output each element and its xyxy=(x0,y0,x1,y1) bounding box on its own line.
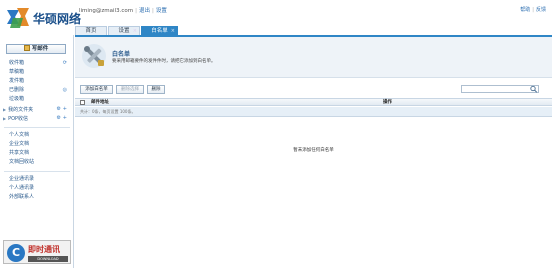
sidebar-item-label: 收件箱 xyxy=(9,60,25,66)
sidebar-item-personal-docs[interactable]: 个人文档 xyxy=(0,131,73,140)
settings-icon[interactable]: ⚙ xyxy=(57,105,61,114)
page-title: 白名单 xyxy=(112,51,131,58)
empty-message: 暂未添加任何白名单 xyxy=(293,148,334,153)
sidebar-item-label: 个人通讯录 xyxy=(9,185,35,191)
sidebar-item-label: 垃圾箱 xyxy=(9,96,25,102)
tab-whitelist[interactable]: 白名单 × xyxy=(141,26,178,35)
settings-icon[interactable]: ⚙ xyxy=(57,114,61,123)
table-header: 邮件地址 操作 xyxy=(75,98,552,106)
sidebar-item-label: 企业通讯录 xyxy=(9,176,35,182)
settings-link[interactable]: 设置 xyxy=(156,8,167,14)
refresh-icon[interactable]: ⟳ xyxy=(63,59,67,68)
user-bar: liming@zmail3.com | 退出 | 设置 xyxy=(79,8,167,14)
sidebar-item-label: 文档回收站 xyxy=(9,159,35,165)
tools-icon xyxy=(82,44,106,68)
sidebar-item-label: 我的文件夹 xyxy=(8,107,34,113)
add-whitelist-button[interactable]: 添加白名单 xyxy=(80,85,113,94)
summary-row: 共计：0条，每页设置 100条。 xyxy=(75,107,552,117)
sidebar-item-pop[interactable]: ▶ POP收信 ⚙ + xyxy=(0,114,73,123)
page-header: 白名单 要采用邮箱要件的发件件时，请把它添加到白名单。 xyxy=(75,37,552,78)
sidebar-item-company-docs[interactable]: 企业文档 xyxy=(0,140,73,149)
sidebar-item-my-folders[interactable]: ▶ 我的文件夹 ⚙ + xyxy=(0,105,73,114)
sidebar-item-company-contacts[interactable]: 企业通讯录 xyxy=(0,175,73,184)
add-icon[interactable]: + xyxy=(63,105,67,114)
sidebar-item-label: POP收信 xyxy=(8,116,29,122)
sidebar: 写邮件 收件箱 ⟳ 草稿箱 发件箱 已删除 ◎ 垃圾箱 ▶ 我的文件夹 ⚙ + ▶ POP收… xyxy=(0,35,74,268)
column-header-address: 邮件地址 xyxy=(91,100,109,105)
divider xyxy=(4,127,70,128)
compose-button[interactable]: 写邮件 xyxy=(6,44,66,54)
page-description: 要采用邮箱要件的发件件时，请把它添加到白名单。 xyxy=(112,59,216,64)
im-download-banner[interactable]: C 即时通讯 DOWNLOAD xyxy=(3,240,71,264)
sidebar-item-drafts[interactable]: 草稿箱 xyxy=(0,68,73,77)
sidebar-item-shared-docs[interactable]: 共享文档 xyxy=(0,149,73,158)
sidebar-item-label: 企业文档 xyxy=(9,141,30,147)
feedback-link[interactable]: 反馈 xyxy=(536,7,546,13)
tab-home[interactable]: 首页 xyxy=(75,26,107,35)
main-panel: 白名单 要采用邮箱要件的发件件时，请把它添加到白名单。 添加白名单 删除选择 删… xyxy=(75,37,552,268)
sidebar-item-deleted[interactable]: 已删除 ◎ xyxy=(0,86,73,95)
divider xyxy=(4,171,70,172)
help-link[interactable]: 帮助 xyxy=(520,7,530,13)
tab-label: 设置 xyxy=(118,28,130,34)
tab-label: 首页 xyxy=(85,28,97,34)
top-links: 帮助 | 反馈 xyxy=(520,7,546,13)
expand-icon[interactable]: ▶ xyxy=(3,114,6,123)
tab-label: 白名单 xyxy=(151,28,168,34)
delete-selected-button[interactable]: 删除选择 xyxy=(116,85,144,94)
search-icon[interactable] xyxy=(529,85,538,93)
sidebar-item-personal-contacts[interactable]: 个人通讯录 xyxy=(0,184,73,193)
compose-icon xyxy=(23,45,30,51)
logout-link[interactable]: 退出 xyxy=(139,8,150,14)
delete-button[interactable]: 删除 xyxy=(147,85,165,94)
im-title: 即时通讯 xyxy=(28,245,60,254)
sidebar-item-label: 草稿箱 xyxy=(9,69,25,75)
sidebar-item-doc-recycle[interactable]: 文档回收站 xyxy=(0,158,73,167)
empty-icon[interactable]: ◎ xyxy=(63,86,67,95)
column-header-operation: 操作 xyxy=(383,100,392,105)
sidebar-item-external-contacts[interactable]: 外部联系人 xyxy=(0,193,73,202)
sidebar-item-label: 已删除 xyxy=(9,87,25,93)
im-icon: C xyxy=(7,244,25,262)
user-email: liming@zmail3.com xyxy=(79,8,134,14)
sidebar-item-spam[interactable]: 垃圾箱 xyxy=(0,95,73,104)
sidebar-item-label: 发件箱 xyxy=(9,78,25,84)
add-icon[interactable]: + xyxy=(63,114,67,123)
sidebar-item-sent[interactable]: 发件箱 xyxy=(0,77,73,86)
sidebar-item-label: 共享文档 xyxy=(9,150,30,156)
download-label: DOWNLOAD xyxy=(28,256,68,262)
sidebar-item-label: 个人文档 xyxy=(9,132,30,138)
tab-settings[interactable]: 设置 × xyxy=(108,26,140,35)
search-input[interactable] xyxy=(461,85,539,93)
compose-label: 写邮件 xyxy=(31,46,49,52)
select-all-checkbox[interactable] xyxy=(80,100,85,105)
brand-name: 华硕网络 xyxy=(33,12,82,26)
expand-icon[interactable]: ▶ xyxy=(3,105,6,114)
toolbar: 添加白名单 删除选择 删除 xyxy=(75,84,552,96)
sidebar-item-inbox[interactable]: 收件箱 ⟳ xyxy=(0,59,73,68)
summary-text: 共计：0条，每页设置 100条。 xyxy=(80,109,136,114)
sidebar-item-label: 外部联系人 xyxy=(9,194,35,200)
